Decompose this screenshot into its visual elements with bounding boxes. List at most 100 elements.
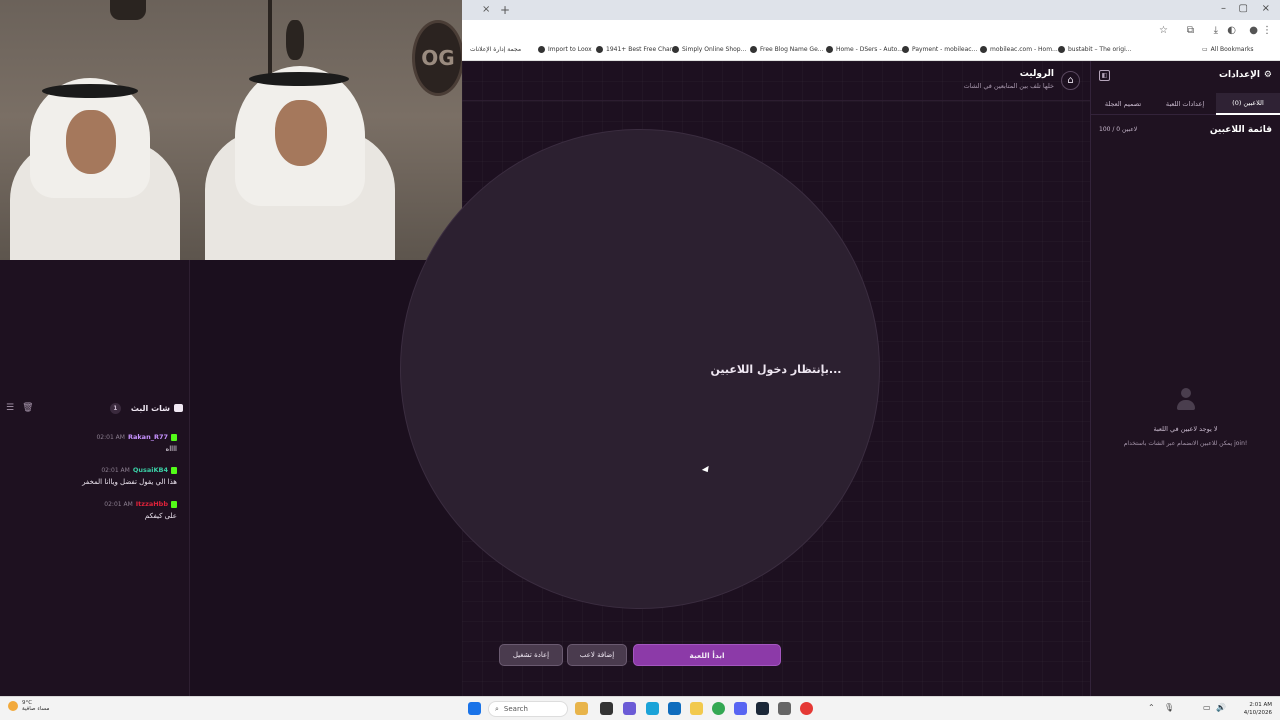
chat-header: ☰ 🗑 1 شات البث — [0, 400, 189, 416]
weather-desc: مساء صافية — [22, 706, 50, 712]
message-time: 02:01 AM — [101, 466, 130, 474]
new-tab-icon[interactable]: + — [500, 3, 510, 17]
person-left — [0, 60, 185, 260]
close-window-icon[interactable]: × — [1262, 3, 1270, 14]
empty-state-title: لا يوجد لاعبين في اللعبة — [1153, 425, 1218, 433]
settings-header: ◧ الإعدادات ⚙ — [1091, 61, 1280, 91]
webcam-feed: OG — [0, 0, 462, 260]
bookmark-item[interactable]: mobileac.com - Hom... — [980, 46, 1058, 53]
steam-icon[interactable] — [756, 702, 769, 715]
chat-title: شات البث — [130, 403, 170, 413]
weather-sun-icon — [8, 701, 18, 711]
message-user[interactable]: ItzzaHbb — [136, 500, 168, 508]
globe-icon — [672, 46, 679, 53]
chrome-icon[interactable] — [712, 702, 725, 715]
tab-bar: × + – ▢ × — [462, 0, 1280, 20]
chat-message: 02:01 AM Rakan_R77 ااااه — [96, 433, 177, 453]
avatar[interactable]: ● — [1249, 25, 1258, 36]
address-bar[interactable]: ☆ ⧉ ⤓ ◐ ● ⋮ — [462, 20, 1280, 42]
download-icon[interactable]: ⤓ — [1214, 25, 1218, 36]
bookmark-item[interactable]: Home - DSers - Auto... — [826, 46, 903, 53]
tab-wheel-design[interactable]: تصميم العجلة — [1092, 93, 1154, 115]
taskbar-search[interactable]: ⌕ Search — [488, 701, 568, 717]
kick-badge-icon — [171, 433, 177, 441]
globe-icon — [596, 46, 603, 53]
bookmark-item[interactable]: 1941+ Best Free Char... — [596, 46, 677, 53]
search-icon: ⌕ — [495, 704, 499, 713]
roulette-main-area: ⌂ الروليت خلها تلف بين المتابعين في الشا… — [400, 61, 1090, 696]
chat-message: 02:01 AM QusaiKB4 هذا الي يقول تفضل وياا… — [82, 466, 177, 486]
discord-icon[interactable] — [734, 702, 747, 715]
user-placeholder-icon — [1177, 388, 1195, 410]
bookmark-item[interactable]: Payment - mobileac... — [902, 46, 977, 53]
trash-icon[interactable]: 🗑 — [22, 403, 33, 413]
og-logo: OG — [412, 20, 462, 96]
windows-start-icon[interactable] — [468, 702, 481, 715]
tab-game-settings[interactable]: إعدادات اللعبة — [1154, 93, 1216, 115]
start-game-button[interactable]: ابدأ اللعبة — [633, 644, 781, 666]
globe-icon — [902, 46, 909, 53]
bookmarks-bar: مجمة إدارة الإعلانات Import to Loox 1941… — [462, 42, 1280, 61]
message-user[interactable]: QusaiKB4 — [133, 466, 168, 474]
globe-icon — [750, 46, 757, 53]
add-player-button[interactable]: إضافة لاعب — [567, 644, 627, 666]
bookmark-item[interactable]: bustabit – The origi... — [1058, 46, 1131, 53]
minimize-icon[interactable]: – — [1221, 3, 1226, 14]
person-right — [205, 50, 405, 260]
chat-count-badge: 1 — [109, 402, 121, 414]
task-view-icon[interactable] — [600, 702, 613, 715]
player-list-title: قائمة اللاعبين — [1209, 125, 1272, 135]
app-icon[interactable] — [623, 702, 636, 715]
globe-icon — [826, 46, 833, 53]
action-bar: إعادة تشغيل إضافة لاعب ابدأ اللعبة — [462, 644, 1090, 670]
globe-icon — [1058, 46, 1065, 53]
wall-decoration — [110, 0, 146, 20]
tray-volume-icon[interactable]: 🔊 — [1216, 703, 1226, 712]
maximize-icon[interactable]: ▢ — [1239, 3, 1248, 14]
tray-network-icon[interactable]: ▭ — [1203, 703, 1211, 712]
system-clock[interactable]: 2:01 AM 4/10/2026 — [1244, 701, 1272, 717]
tray-chevron-icon[interactable]: ⌃ — [1148, 703, 1155, 712]
settings-tabs: اللاعبين (0) إعدادات اللعبة تصميم العجلة — [1091, 93, 1280, 115]
file-explorer-icon[interactable] — [690, 702, 703, 715]
search-label: Search — [503, 705, 528, 713]
app-icon-2[interactable] — [778, 702, 791, 715]
chat-bubble-icon — [174, 404, 183, 412]
globe-icon — [980, 46, 987, 53]
menu-dots-icon[interactable]: ⋮ — [1262, 25, 1272, 36]
folder-icon: ▭ — [1202, 46, 1208, 53]
wheel-container — [400, 61, 1090, 696]
chat-menu-icon[interactable]: ☰ — [6, 403, 14, 413]
bookmark-item[interactable]: Free Blog Name Ge... — [750, 46, 823, 53]
bookmark-item[interactable]: Import to Loox — [538, 46, 592, 53]
star-icon[interactable]: ☆ — [1159, 25, 1168, 36]
widgets-icon[interactable] — [575, 702, 588, 715]
chat-message: 02:01 AM ItzzaHbb على كيفكم — [104, 500, 177, 520]
waiting-message: بإنتظار دخول اللاعبين... — [710, 363, 842, 376]
chrome-canary-icon[interactable] — [800, 702, 813, 715]
profile-icon[interactable]: ◐ — [1227, 25, 1236, 36]
edge-icon[interactable] — [646, 702, 659, 715]
weather-widget[interactable]: 9°C مساء صافية — [8, 700, 49, 712]
tab-close-icon[interactable]: × — [482, 4, 490, 15]
browser-chrome: × + – ▢ × ☆ ⧉ ⤓ ◐ ● ⋮ مجمة إدارة الإعلان… — [462, 0, 1280, 61]
settings-title: الإعدادات — [1218, 70, 1260, 80]
player-count: 100 / 0 لاعبين — [1099, 126, 1138, 133]
kick-badge-icon — [171, 500, 177, 508]
globe-icon — [538, 46, 545, 53]
bookmark-item[interactable]: Simply Online Shop... — [672, 46, 746, 53]
message-user[interactable]: Rakan_R77 — [128, 433, 168, 441]
settings-sidebar: ◧ الإعدادات ⚙ اللاعبين (0) إعدادات اللعب… — [1090, 61, 1280, 696]
extensions-icon[interactable]: ⧉ — [1187, 25, 1194, 36]
all-bookmarks[interactable]: ▭ All Bookmarks — [1202, 46, 1254, 53]
message-time: 02:01 AM — [96, 433, 125, 441]
tab-players[interactable]: اللاعبين (0) — [1216, 93, 1280, 115]
stream-chat-panel: ☰ 🗑 1 شات البث 02:01 AM Rakan_R77 ااااه … — [0, 260, 190, 696]
message-time: 02:01 AM — [104, 500, 133, 508]
collapse-sidebar-icon[interactable]: ◧ — [1099, 70, 1110, 81]
restart-button[interactable]: إعادة تشغيل — [499, 644, 563, 666]
kick-badge-icon — [171, 466, 177, 474]
store-icon[interactable] — [668, 702, 681, 715]
bookmark-item[interactable]: مجمة إدارة الإعلانات — [470, 46, 521, 53]
tray-mic-icon[interactable]: 🎙 — [1164, 703, 1174, 712]
